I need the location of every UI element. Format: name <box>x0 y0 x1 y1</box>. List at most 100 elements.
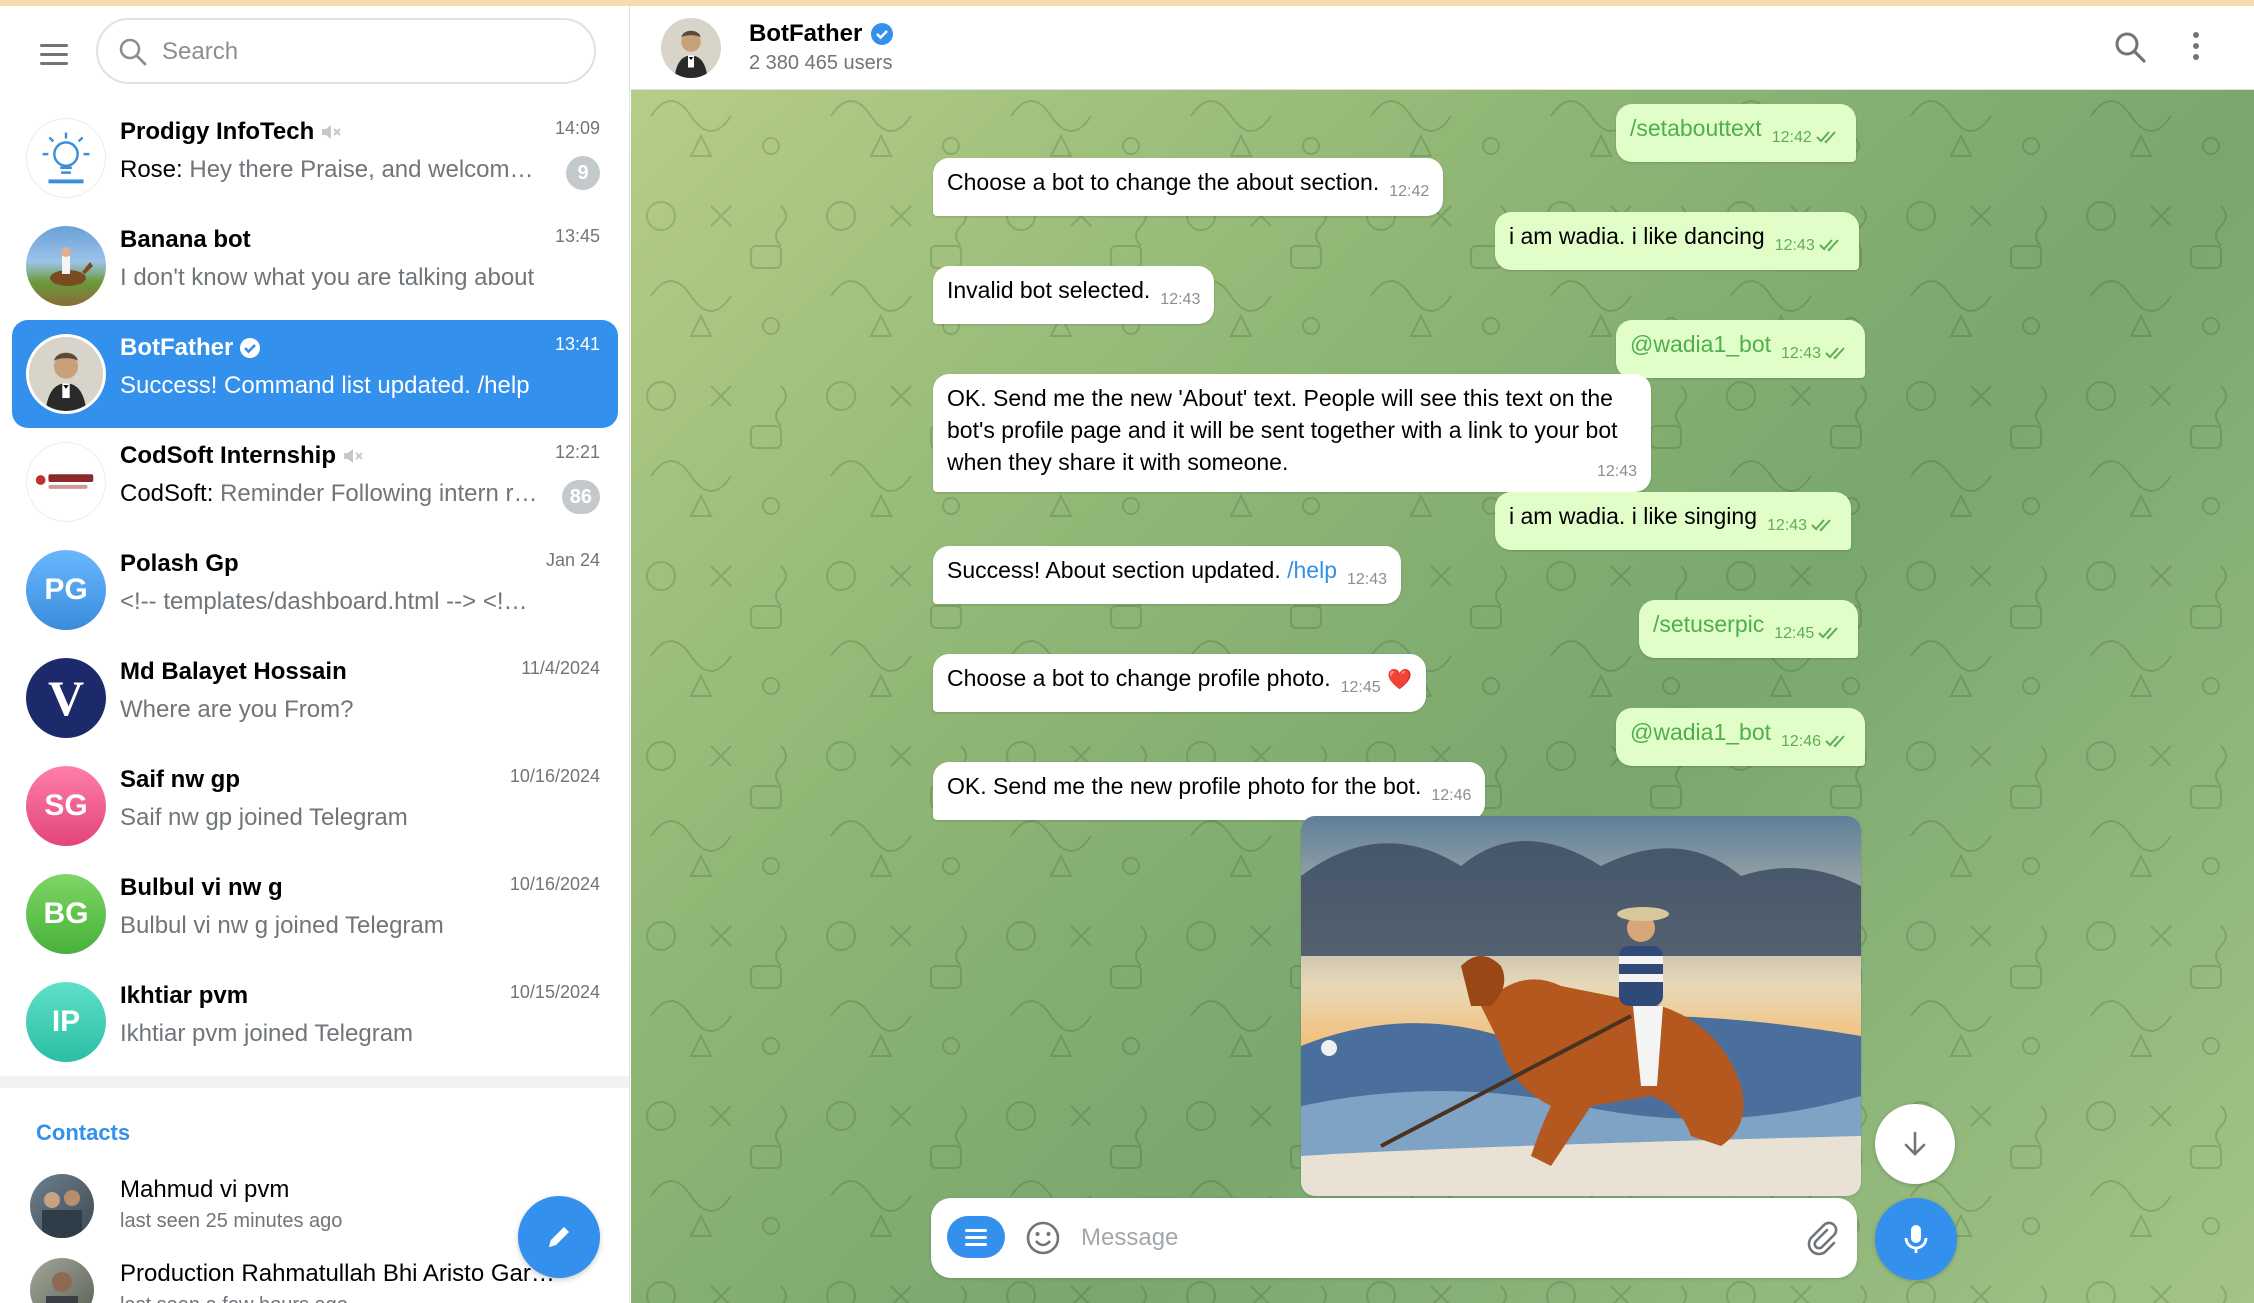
message-incoming[interactable]: Success! About section updated. /help 12:… <box>933 546 1402 604</box>
botfather-portrait-image <box>661 18 721 78</box>
message-outgoing[interactable]: /setuserpic 12:45 <box>1639 600 1859 658</box>
chat-name: BotFather <box>120 334 261 362</box>
avatar-initials: V <box>26 658 106 738</box>
codsoft-logo-icon <box>35 474 94 489</box>
pencil-icon <box>549 1227 569 1247</box>
message-incoming[interactable]: Choose a bot to change profile photo. 12:… <box>933 654 1426 712</box>
bot-menu-button[interactable] <box>947 1216 1005 1258</box>
chat-preview: Saif nw gp joined Telegram <box>120 804 408 831</box>
avatar <box>26 334 106 414</box>
chat-pane: BotFather 2 380 465 users /setabouttext 1… <box>631 6 2254 1303</box>
chat-name: Prodigy InfoTech <box>120 118 342 146</box>
message-outgoing[interactable]: /setabouttext 12:42 <box>1616 104 1856 162</box>
chat-preview: Where are you From? <box>120 696 354 723</box>
new-message-pencil-button[interactable] <box>518 1196 600 1278</box>
search-input[interactable] <box>162 32 562 72</box>
avatar-initials: IP <box>26 982 106 1062</box>
sidebar: Prodigy InfoTech 14:09 Rose: Hey there P… <box>0 6 630 1303</box>
contact-status: last seen 25 minutes ago <box>120 1210 343 1232</box>
read-ticks-icon <box>1811 519 1831 532</box>
voice-message-button[interactable] <box>1875 1198 1957 1280</box>
avatar-initials: SG <box>26 766 106 846</box>
help-command-link[interactable]: /help <box>1287 557 1337 583</box>
lightbulb-logo-icon <box>42 132 90 184</box>
read-ticks-icon <box>1825 347 1845 360</box>
muted-icon <box>342 448 364 464</box>
chat-item-active[interactable]: BotFather 13:41 Success! Command list up… <box>12 320 618 428</box>
read-ticks-icon <box>1818 627 1839 640</box>
photo-message[interactable] <box>1301 816 1861 1196</box>
avatar <box>30 1258 94 1303</box>
avatar <box>30 1174 94 1238</box>
search-icon[interactable] <box>2113 30 2147 64</box>
chat-item[interactable]: CodSoft Internship 12:21 CodSoft: Remind… <box>12 428 618 536</box>
chat-name: Md Balayet Hossain <box>120 658 347 685</box>
chat-item[interactable]: BG Bulbul vi nw g 10/16/2024 Bulbul vi n… <box>12 860 618 968</box>
arrow-down-icon <box>1904 1131 1926 1156</box>
section-divider <box>0 1076 629 1088</box>
search-box[interactable] <box>96 18 596 84</box>
chat-time: 11/4/2024 <box>521 658 600 678</box>
message-outgoing[interactable]: i am wadia. i like dancing 12:43 <box>1495 212 1859 270</box>
muted-icon <box>320 124 342 140</box>
chat-time: 10/16/2024 <box>509 874 600 894</box>
chat-time: 12:21 <box>554 442 600 462</box>
avatar-initials: PG <box>26 550 106 630</box>
message-incoming[interactable]: OK. Send me the new 'About' text. People… <box>933 374 1651 492</box>
chat-subtitle: 2 380 465 users <box>749 52 893 74</box>
read-ticks-icon <box>1825 735 1845 748</box>
verified-icon <box>871 23 894 45</box>
verified-icon <box>240 338 261 358</box>
heart-reaction[interactable]: ❤️ <box>1387 669 1412 691</box>
message-incoming[interactable]: OK. Send me the new profile photo for th… <box>933 762 1486 820</box>
search-icon <box>119 38 147 66</box>
contact-name: Production Rahmatullah Bhi Aristo Garmen… <box>120 1260 560 1287</box>
message-incoming[interactable]: Invalid bot selected. 12:43 <box>933 266 1215 324</box>
scroll-down-button[interactable] <box>1875 1104 1955 1184</box>
unread-badge: 86 <box>561 480 600 514</box>
chat-item[interactable]: Banana bot 13:45 I don't know what you a… <box>12 212 618 320</box>
chat-title: BotFather <box>749 20 894 48</box>
hamburger-menu-icon[interactable] <box>30 30 78 78</box>
message-outgoing[interactable]: @wadia1_bot 12:46 <box>1616 708 1866 766</box>
microphone-icon <box>1904 1225 1928 1253</box>
chat-item[interactable]: IP Ikhtiar pvm 10/15/2024 Ikhtiar pvm jo… <box>12 968 618 1076</box>
avatar <box>26 442 106 522</box>
message-composer <box>931 1198 1857 1278</box>
more-options-icon[interactable] <box>2193 32 2199 60</box>
chat-item[interactable]: V Md Balayet Hossain 11/4/2024 Where are… <box>12 644 618 752</box>
emoji-icon[interactable] <box>1025 1220 1061 1256</box>
chat-time: 13:41 <box>554 334 600 354</box>
chat-preview: I don't know what you are talking about <box>120 264 535 291</box>
chat-header[interactable]: BotFather 2 380 465 users <box>631 6 2254 90</box>
chat-time: Jan 24 <box>545 550 600 570</box>
message-incoming[interactable]: Choose a bot to change the about section… <box>933 158 1444 216</box>
chat-list: Prodigy InfoTech 14:09 Rose: Hey there P… <box>12 104 618 1076</box>
unread-badge: 9 <box>566 156 600 190</box>
message-input[interactable] <box>1081 1218 1721 1258</box>
chat-preview: <!-- templates/dashboard.html --> <!DOCT… <box>120 588 540 615</box>
horse-rider-image <box>50 247 93 286</box>
read-ticks-icon <box>1816 131 1836 144</box>
polo-rider-watercolor-image <box>1301 816 1861 1196</box>
chat-item[interactable]: Prodigy InfoTech 14:09 Rose: Hey there P… <box>12 104 618 212</box>
chat-item[interactable]: PG Polash Gp Jan 24 <!-- templates/dashb… <box>12 536 618 644</box>
avatar <box>26 118 106 198</box>
chat-item[interactable]: SG Saif nw gp 10/16/2024 Saif nw gp join… <box>12 752 618 860</box>
contact-status: last seen a few hours ago <box>120 1294 348 1303</box>
chat-name: Polash Gp <box>120 550 239 577</box>
chat-name: CodSoft Internship <box>120 442 364 470</box>
contact-item[interactable]: Production Rahmatullah Bhi Aristo Garmen… <box>12 1258 618 1303</box>
chat-preview: CodSoft: Reminder Following intern requi… <box>120 480 540 507</box>
sidebar-header <box>0 6 629 96</box>
read-ticks-icon <box>1819 239 1839 252</box>
avatar[interactable] <box>661 18 721 78</box>
chat-name: Saif nw gp <box>120 766 240 793</box>
chat-name: Bulbul vi nw g <box>120 874 283 901</box>
message-outgoing[interactable]: i am wadia. i like singing 12:43 <box>1495 492 1852 550</box>
contacts-heading: Contacts <box>36 1120 131 1145</box>
message-outgoing[interactable]: @wadia1_bot 12:43 <box>1616 320 1866 378</box>
paperclip-icon[interactable] <box>1803 1220 1839 1256</box>
chat-name: Banana bot <box>120 226 251 253</box>
chat-preview: Bulbul vi nw g joined Telegram <box>120 912 444 939</box>
